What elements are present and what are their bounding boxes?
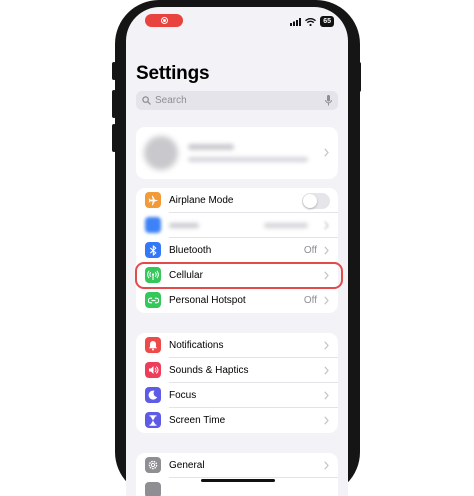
search-icon (142, 96, 151, 105)
airplane-mode-label: Airplane Mode (169, 195, 234, 206)
wifi-network-blurred (264, 223, 308, 228)
signal-icon (290, 17, 302, 26)
chevron-right-icon (324, 148, 329, 157)
toggle-knob (303, 194, 317, 208)
profile-name-blurred (188, 144, 234, 150)
notifications-label: Notifications (169, 340, 224, 351)
general-group: General (136, 453, 338, 496)
cellular-label: Cellular (169, 270, 203, 281)
settings-screen: 65 Settings Search Airplane Mode Bluetoo… (126, 7, 348, 496)
bluetooth-label: Bluetooth (169, 245, 212, 256)
hotspot-icon (145, 292, 161, 308)
bluetooth-status: Off (303, 245, 317, 256)
personal-hotspot-row[interactable]: Personal Hotspot Off (136, 288, 338, 313)
partial-icon (145, 482, 161, 496)
search-input[interactable]: Search (155, 95, 325, 106)
wifi-status-icon (305, 17, 317, 26)
connectivity-group: Airplane Mode Bluetooth Off Cellular Per… (136, 188, 338, 313)
notifications-row[interactable]: Notifications (136, 333, 338, 358)
sounds-haptics-row[interactable]: Sounds & Haptics (136, 358, 338, 383)
bell-icon (145, 337, 161, 353)
hourglass-icon (145, 412, 161, 428)
cellular-row[interactable]: Cellular (136, 263, 338, 288)
chevron-right-icon (324, 341, 329, 350)
focus-row[interactable]: Focus (136, 383, 338, 408)
battery-indicator: 65 (320, 16, 334, 27)
wifi-icon (145, 217, 161, 233)
search-field[interactable]: Search (136, 91, 338, 110)
sounds-haptics-label: Sounds & Haptics (169, 365, 249, 376)
screen-recording-indicator[interactable] (145, 14, 183, 27)
bluetooth-row[interactable]: Bluetooth Off (136, 238, 338, 263)
chevron-right-icon (324, 271, 329, 280)
gear-icon (145, 457, 161, 473)
airplane-mode-toggle[interactable] (302, 193, 330, 209)
notifications-group: Notifications Sounds & Haptics Focus Scr… (136, 333, 338, 433)
microphone-icon[interactable] (325, 95, 332, 106)
screen-time-label: Screen Time (169, 415, 226, 426)
chevron-right-icon (324, 296, 329, 305)
airplane-mode-row[interactable]: Airplane Mode (136, 188, 338, 213)
apple-id-card[interactable] (136, 127, 338, 179)
chevron-right-icon (324, 366, 329, 375)
page-title: Settings (136, 63, 210, 84)
general-row[interactable]: General (136, 453, 338, 478)
chevron-right-icon (324, 416, 329, 425)
avatar (144, 136, 178, 170)
power-button (357, 62, 361, 92)
cellular-icon (145, 267, 161, 283)
speaker-icon (145, 362, 161, 378)
airplane-icon (145, 192, 161, 208)
status-bar-right: 65 (290, 16, 334, 27)
personal-hotspot-label: Personal Hotspot (169, 295, 246, 306)
screen-time-row[interactable]: Screen Time (136, 408, 338, 433)
bluetooth-icon (145, 242, 161, 258)
chevron-right-icon (324, 461, 329, 470)
focus-label: Focus (169, 390, 197, 401)
home-indicator[interactable] (201, 479, 275, 482)
chevron-right-icon (324, 391, 329, 400)
volume-down-button (112, 124, 116, 152)
moon-icon (145, 387, 161, 403)
profile-subtitle-blurred (188, 157, 308, 162)
wifi-row[interactable] (136, 213, 338, 238)
volume-up-button (112, 90, 116, 118)
general-label: General (169, 460, 205, 471)
wifi-label-blurred (169, 223, 199, 228)
record-icon (160, 17, 168, 24)
personal-hotspot-status: Off (303, 295, 317, 306)
chevron-right-icon (324, 221, 329, 230)
chevron-right-icon (324, 246, 329, 255)
action-button (112, 62, 116, 80)
